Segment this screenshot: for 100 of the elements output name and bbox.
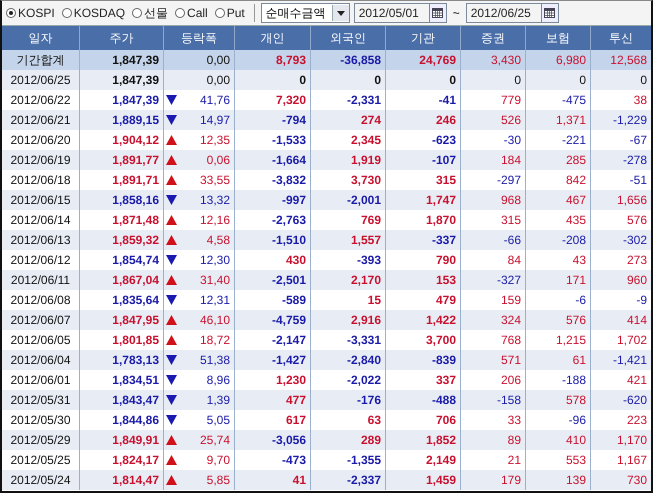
value-cell-text: 1,702 xyxy=(616,332,648,349)
value-cell: 0 xyxy=(461,70,526,90)
change-cell: 13,32 xyxy=(200,193,230,207)
date-cell: 2012/06/04 xyxy=(2,350,80,370)
value-cell: -107 xyxy=(386,150,461,170)
market-radio[interactable]: 선물 xyxy=(132,4,168,22)
market-radio[interactable]: Call xyxy=(175,6,208,20)
value-cell: 1,459 xyxy=(386,470,461,490)
value-cell: -208 xyxy=(526,230,591,250)
price-cell: 1,891,77 xyxy=(80,150,164,170)
market-radio[interactable]: KOSDAQ xyxy=(62,6,126,20)
value-cell-text: -620 xyxy=(622,392,648,409)
value-cell: 526 xyxy=(461,110,526,130)
date-cell: 2012/06/15 xyxy=(2,190,80,210)
value-cell: -158 xyxy=(461,390,526,410)
value-cell: 0 xyxy=(526,70,591,90)
price-cell: 1,847,39 xyxy=(80,70,164,90)
value-cell: -66 xyxy=(461,230,526,250)
price-cell: 1,814,47 xyxy=(80,470,164,490)
value-cell: 246 xyxy=(386,110,461,130)
up-arrow-icon xyxy=(166,435,177,445)
value-cell: 1,422 xyxy=(386,310,461,330)
value-cell: -327 xyxy=(461,270,526,290)
value-cell: 968 xyxy=(461,190,526,210)
up-arrow-icon xyxy=(166,275,177,285)
value-cell: 467 xyxy=(526,190,591,210)
date-cell: 2012/06/13 xyxy=(2,230,80,250)
up-arrow-icon xyxy=(166,235,177,245)
value-cell: 576 xyxy=(526,310,591,330)
value-cell-text: 223 xyxy=(626,412,648,429)
value-cell: 274 xyxy=(311,110,386,130)
range-separator: ~ xyxy=(452,6,460,20)
value-cell: -488 xyxy=(386,390,461,410)
value-cell-text: 730 xyxy=(626,472,648,489)
value-cell: -2,001 xyxy=(311,190,386,210)
value-cell: 0 xyxy=(386,70,461,90)
price-cell: 1,867,04 xyxy=(80,270,164,290)
change-cell: 4,58 xyxy=(206,233,230,247)
change-cell: 31,40 xyxy=(200,273,230,287)
value-cell-text: -9 xyxy=(635,292,648,309)
value-cell: 171 xyxy=(526,270,591,290)
value-cell: 0 xyxy=(311,70,386,90)
value-cell: 578 xyxy=(526,390,591,410)
change-cell: 5,85 xyxy=(206,473,230,487)
date-cell: 2012/05/29 xyxy=(2,430,80,450)
value-cell-text: 421 xyxy=(626,372,648,389)
change-cell: 46,10 xyxy=(200,313,230,327)
change-cell: 18,72 xyxy=(200,333,230,347)
market-radio[interactable]: KOSPI xyxy=(6,6,55,20)
down-arrow-icon xyxy=(166,115,177,125)
price-cell: 1,859,32 xyxy=(80,230,164,250)
value-cell: 571 xyxy=(461,350,526,370)
change-cell: 0,06 xyxy=(206,153,230,167)
value-cell: -2,840 xyxy=(311,350,386,370)
value-cell-text: -67 xyxy=(628,132,648,149)
value-cell: 285 xyxy=(526,150,591,170)
end-date-field[interactable]: 2012/06/25 xyxy=(466,3,542,23)
date-cell: 2012/05/24 xyxy=(2,470,80,490)
price-cell: 1,889,15 xyxy=(80,110,164,130)
date-cell: 2012/06/19 xyxy=(2,150,80,170)
column-header[interactable]: 투신 xyxy=(591,26,651,50)
calendar-icon[interactable] xyxy=(544,8,556,18)
change-cell: 33,55 xyxy=(200,173,230,187)
mode-dropdown[interactable]: 순매수금액 xyxy=(260,3,350,23)
caret-icon xyxy=(336,10,345,16)
value-cell-text: 12,568 xyxy=(609,52,648,69)
value-cell: 1,852 xyxy=(386,430,461,450)
value-cell: 139 xyxy=(526,470,591,490)
calendar-icon[interactable] xyxy=(432,8,444,18)
value-cell: 41 xyxy=(235,470,311,490)
value-cell: -1,427 xyxy=(235,350,311,370)
start-date-field[interactable]: 2012/05/01 xyxy=(354,3,430,23)
value-cell-text: 576 xyxy=(626,212,648,229)
change-cell: 12,35 xyxy=(200,133,230,147)
down-arrow-icon xyxy=(166,395,177,405)
value-cell-text: 0 xyxy=(639,72,648,89)
value-cell: -1,510 xyxy=(235,230,311,250)
value-cell-text: -302 xyxy=(622,232,648,249)
up-arrow-icon xyxy=(166,455,177,465)
value-cell-text: -278 xyxy=(622,152,648,169)
date-cell: 2012/06/25 xyxy=(2,70,80,90)
market-radio[interactable]: Put xyxy=(214,6,245,20)
change-cell: 12,30 xyxy=(200,253,230,267)
price-cell: 1,783,13 xyxy=(80,350,164,370)
value-cell: 289 xyxy=(311,430,386,450)
value-cell: -839 xyxy=(386,350,461,370)
up-arrow-icon xyxy=(166,315,177,325)
value-cell: 89 xyxy=(461,430,526,450)
value-cell: -4,759 xyxy=(235,310,311,330)
change-cell: 1,39 xyxy=(206,393,230,407)
value-cell: -176 xyxy=(311,390,386,410)
up-arrow-icon xyxy=(166,155,177,165)
up-arrow-icon xyxy=(166,215,177,225)
value-cell: 1,747 xyxy=(386,190,461,210)
value-cell: -3,056 xyxy=(235,430,311,450)
value-cell: 1,919 xyxy=(311,150,386,170)
price-cell: 1,858,16 xyxy=(80,190,164,210)
value-cell-text: -1,229 xyxy=(612,112,648,129)
down-arrow-icon xyxy=(166,295,177,305)
value-cell-text: 414 xyxy=(626,312,648,329)
